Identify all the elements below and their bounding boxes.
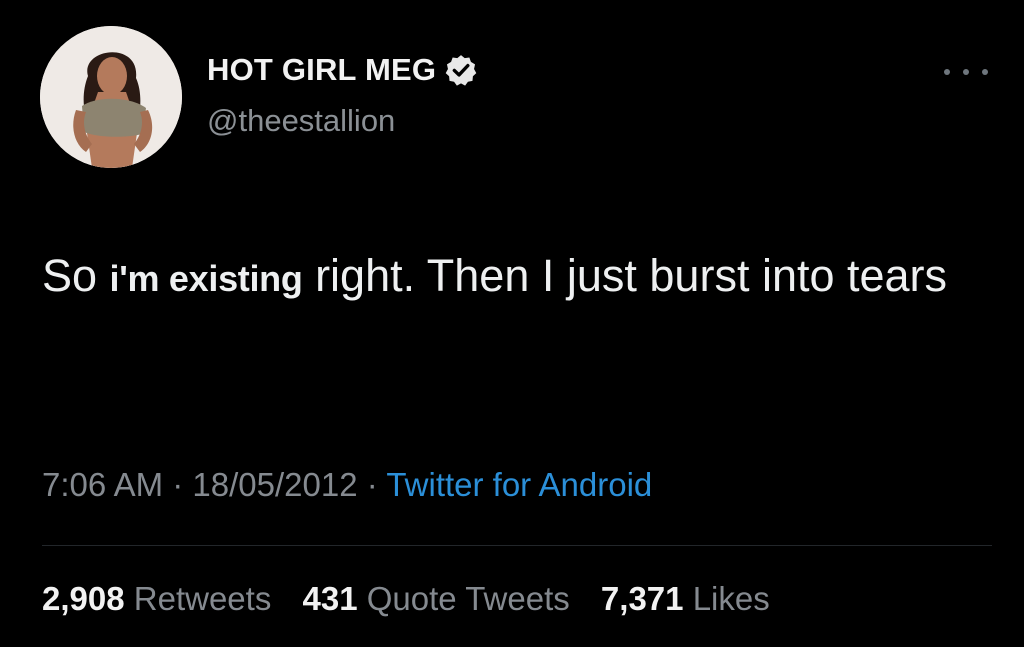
meta-separator: · [357,466,387,503]
likes-stat[interactable]: 7,371 Likes [601,580,770,617]
tweet-stats: 2,908 Retweets 431 Quote Tweets 7,371 Li… [42,580,792,618]
quote-tweets-stat[interactable]: 431 Quote Tweets [303,580,570,617]
avatar[interactable] [40,26,182,168]
quote-tweets-count: 431 [302,580,358,617]
tweet-source-link[interactable]: Twitter for Android [386,466,652,503]
tweet-card: HOT GIRL MEG @theestallion So i'm existi… [0,0,1024,647]
author-row: HOT GIRL MEG [207,52,478,88]
more-dot [944,69,950,75]
tweet-date[interactable]: 18/05/2012 [192,466,357,503]
quote-tweets-label: Quote Tweets [366,580,570,617]
divider [42,545,992,546]
avatar-image [40,26,182,168]
retweets-label: Retweets [133,580,272,617]
tweet-text-part: i'm existing [109,258,303,299]
more-dot [982,69,988,75]
tweet-text-part: right. Then I just burst into tears [302,250,948,301]
display-name[interactable]: HOT GIRL MEG [207,52,436,88]
tweet-meta: 7:06 AM · 18/05/2012 · Twitter for Andro… [42,466,652,504]
author-handle[interactable]: @theestallion [207,103,395,139]
likes-count: 7,371 [600,580,684,617]
retweets-count: 2,908 [42,580,125,617]
more-horizontal-icon[interactable] [944,62,988,82]
tweet-text-part: So [42,250,110,301]
meta-separator: · [163,466,193,503]
tweet-time[interactable]: 7:06 AM [42,466,163,503]
more-dot [963,69,969,75]
tweet-text: So i'm existing right. Then I just burst… [42,236,982,319]
verified-badge-icon [444,53,478,87]
retweets-stat[interactable]: 2,908 Retweets [42,580,271,617]
likes-label: Likes [692,580,770,617]
